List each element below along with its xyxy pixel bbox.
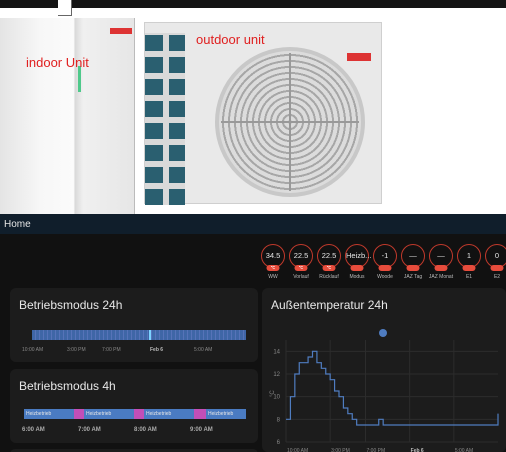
mode-timeline-4h[interactable]: Heizbetrieb Heizbetrieb Heizbetrieb Heizbet… — [24, 409, 246, 419]
timeline-marker — [149, 330, 151, 340]
sensor-badge[interactable]: -1 Woode — [372, 244, 398, 280]
sensor-badges: 34.5 ℃ WW 22.5 ℃ Vorlauf 22.5 ℃ Rücklauf Heizb...… — [254, 244, 506, 280]
x-tick-label: 9:00 AM — [190, 427, 213, 433]
sensor-value: 0 — [485, 244, 506, 271]
x-tick-label: 7:00 AM — [78, 427, 101, 433]
thermometer-icon: ℃ — [266, 265, 280, 271]
x-tick-label: 7:00 PM — [367, 448, 386, 452]
y-tick-label: 12 — [273, 372, 280, 378]
photo-corner-frame — [58, 0, 72, 16]
mode-segment-other[interactable] — [194, 409, 206, 419]
x-tick-label: 5:00 AM — [194, 347, 213, 353]
mode-segment-other[interactable] — [74, 409, 84, 419]
sensor-value: Heizb... — [345, 244, 371, 271]
status-dot — [406, 265, 420, 271]
y-tick-label: 6 — [277, 440, 281, 446]
sensor-badge[interactable]: 1 E1 — [456, 244, 482, 280]
outdoor-unit-label: outdoor unit — [196, 32, 265, 47]
status-dot — [490, 265, 504, 271]
status-dot — [434, 265, 448, 271]
y-tick-label: 14 — [273, 349, 280, 355]
indoor-unit-label: indoor Unit — [26, 55, 89, 70]
x-tick-label: 8:00 AM — [134, 427, 157, 433]
outdoor-unit-image — [144, 22, 382, 205]
x-tick-label: 3:00 PM — [331, 448, 350, 452]
mode-segment-heating[interactable]: Heizbetrieb — [84, 409, 134, 419]
status-dot — [462, 265, 476, 271]
x-axis-ticks: 10:00 AM 3:00 PM 7:00 PM Feb 6 5:00 AM — [22, 347, 252, 355]
outdoor-fin-divider — [163, 33, 169, 205]
status-dot — [378, 265, 392, 271]
mode-segment-heating[interactable]: Heizbetrieb — [144, 409, 194, 419]
mode-4h-card[interactable]: Betriebsmodus 4h Heizbetrieb Heizbetrieb H… — [10, 369, 258, 443]
sensor-value: — — [429, 244, 453, 271]
product-photo: indoor Unit outdoor unit — [0, 0, 506, 214]
sensor-badge[interactable]: Heizb... Modus — [344, 244, 371, 280]
sensor-badge[interactable]: 22.5 ℃ Vorlauf — [288, 244, 314, 280]
sensor-label: E2 — [493, 274, 501, 280]
sensor-label: Rücklauf — [319, 274, 339, 280]
y-axis-label: °C — [270, 390, 276, 397]
thermometer-icon: ℃ — [294, 265, 308, 271]
sensor-value: -1 — [373, 244, 397, 271]
mode-segment-heating[interactable]: Heizbetrieb — [206, 409, 246, 419]
indoor-unit-image — [0, 18, 135, 214]
mode-timeline-24h[interactable] — [32, 330, 246, 340]
x-tick-label: 10:00 AM — [287, 448, 308, 452]
sensor-label: JAZ Tag — [403, 274, 423, 280]
photo-top-bar — [0, 0, 506, 8]
sensor-badge[interactable]: 34.5 ℃ WW — [260, 244, 286, 280]
mode-24h-card[interactable]: Betriebsmodus 24h 10:00 AM 3:00 PM 7:00 PM… — [10, 288, 258, 362]
sensor-label: JAZ Monat — [428, 274, 454, 280]
sensor-value: 22.5 ℃ — [289, 244, 313, 271]
indoor-brand-logo — [110, 28, 132, 34]
sensor-label: Woode — [377, 274, 393, 280]
sensor-value: 22.5 ℃ — [317, 244, 341, 271]
x-tick-label: 7:00 PM — [102, 347, 121, 353]
status-dot — [350, 265, 364, 271]
outdoor-brand-logo — [347, 53, 371, 61]
app-header: Home — [0, 214, 506, 234]
card-title: Betriebsmodus 4h — [19, 379, 116, 393]
sensor-badge[interactable]: — JAZ Tag — [400, 244, 426, 280]
sensor-badge[interactable]: 22.5 ℃ Rücklauf — [316, 244, 342, 280]
fan-grille — [215, 47, 365, 197]
x-tick-label: Feb 6 — [150, 347, 164, 353]
sensor-value: — — [401, 244, 425, 271]
x-tick-label: 5:00 AM — [455, 448, 473, 452]
mode-segment-other[interactable] — [134, 409, 144, 419]
dashboard: Home 34.5 ℃ WW 22.5 ℃ Vorlauf 22.5 ℃ Rücklauf Hei… — [0, 214, 506, 452]
sensor-badge[interactable]: — JAZ Monat — [428, 244, 454, 280]
sensor-label: Vorlauf — [293, 274, 309, 280]
temperature-chart[interactable]: 6810121410:00 AM 3:00 PM 7:00 PM Feb 6 5:00 … — [262, 288, 506, 452]
x-tick-label: 10:00 AM — [22, 347, 44, 353]
card-title: Betriebsmodus 24h — [19, 298, 123, 312]
sensor-badge[interactable]: 0 E2 — [484, 244, 506, 280]
sensor-value: 1 — [457, 244, 481, 271]
page-title: Home — [4, 219, 31, 230]
outdoor-temp-card[interactable]: Außentemperatur 24h 6 8 10 12 14 10:00 AM 3:00… — [262, 288, 506, 452]
sensor-value: 34.5 ℃ — [261, 244, 285, 271]
y-tick-label: 8 — [277, 417, 281, 423]
sensor-label: E1 — [465, 274, 473, 280]
x-tick-label: 3:00 PM — [67, 347, 86, 353]
x-tick-label: Feb 6 — [411, 448, 424, 452]
x-tick-label: 6:00 AM — [22, 427, 45, 433]
sensor-label: Modus — [349, 274, 365, 280]
x-axis-ticks: 6:00 AM 7:00 AM 8:00 AM 9:00 AM — [22, 427, 252, 435]
temperature-series-line — [286, 350, 499, 426]
thermometer-icon: ℃ — [322, 265, 336, 271]
mode-segment-heating[interactable]: Heizbetrieb — [24, 409, 74, 419]
sensor-label: WW — [268, 274, 278, 280]
